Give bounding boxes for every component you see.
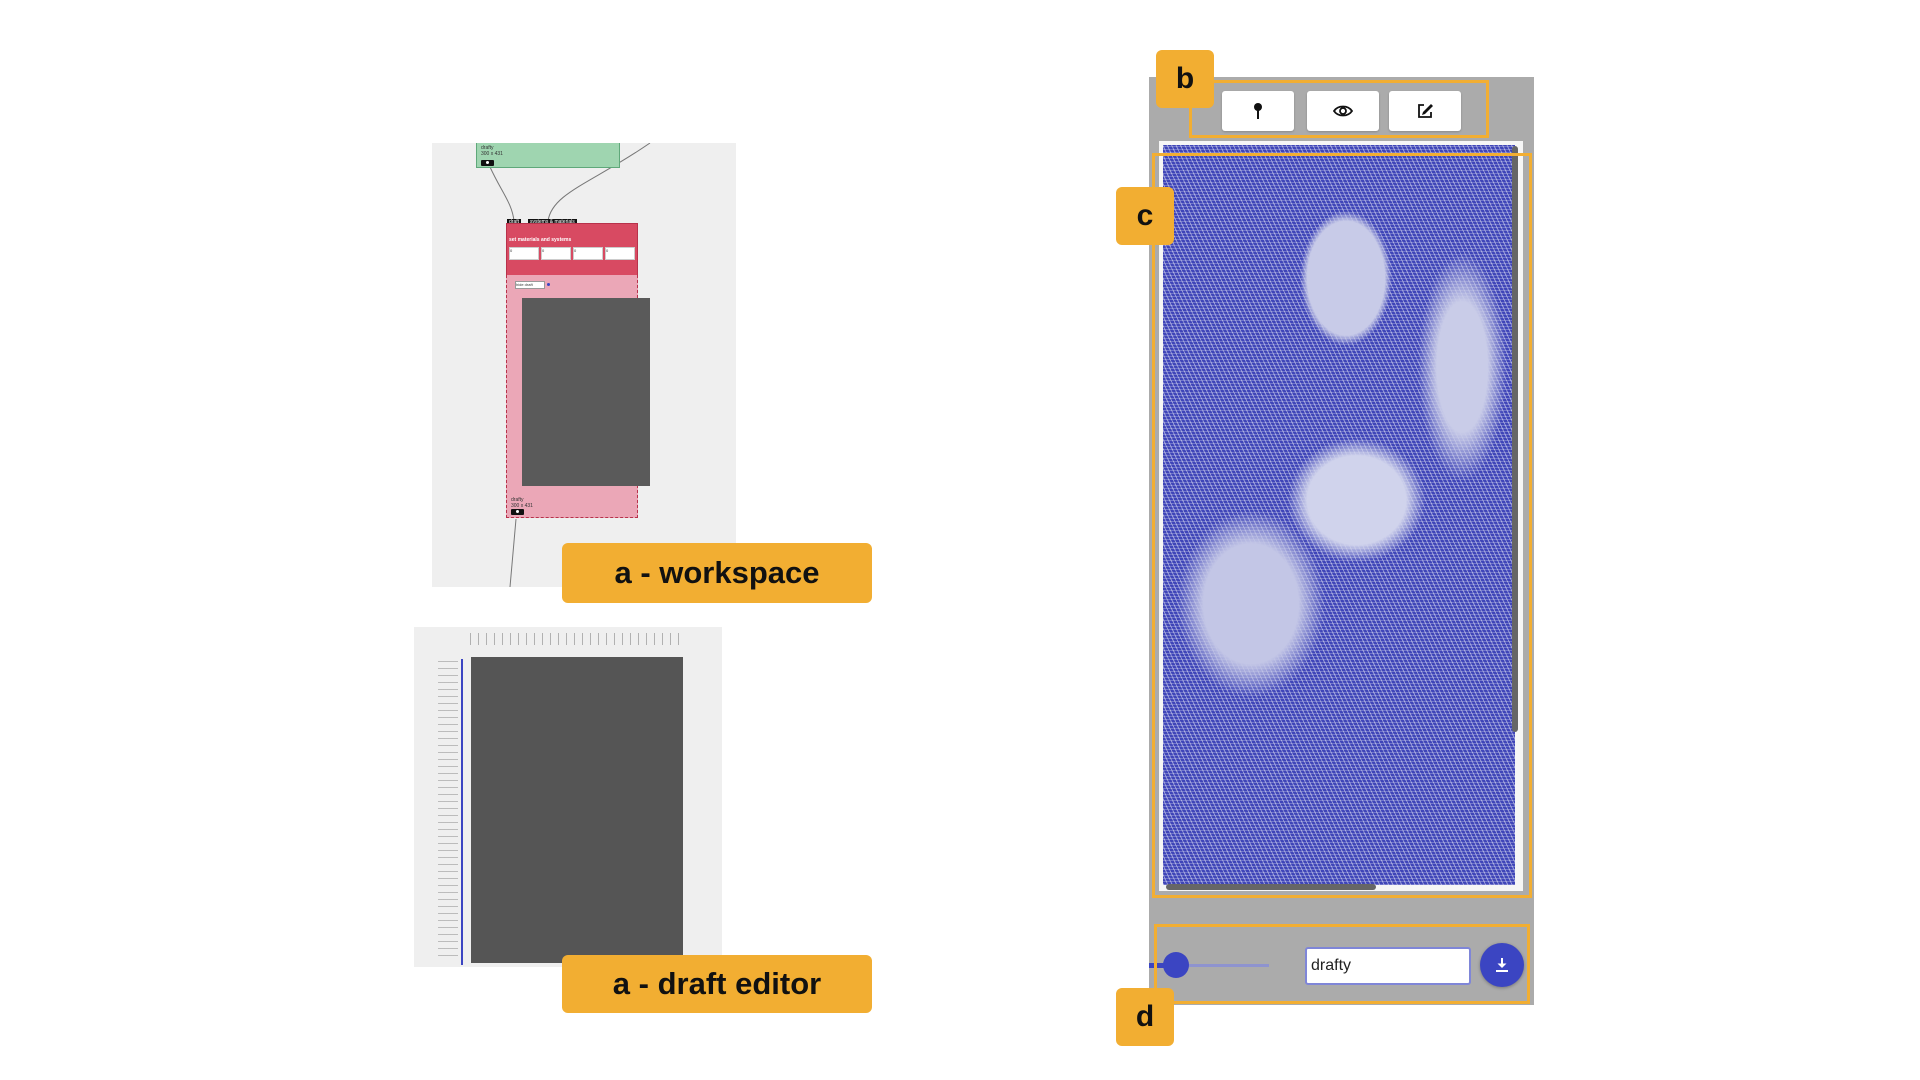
eye-icon[interactable] <box>511 509 524 515</box>
highlight-frame-d <box>1154 924 1530 1004</box>
param-field[interactable]: 0 <box>605 247 635 260</box>
operation-node-header[interactable]: set materials and systems 0 0 0 0 <box>506 223 638 277</box>
upstream-node[interactable]: drafty 300 x 431 <box>476 143 620 168</box>
node-title: set materials and systems <box>509 237 572 243</box>
param-field[interactable]: 0 <box>509 247 539 260</box>
hide-draft-button[interactable]: hide draft <box>515 281 545 289</box>
param-field[interactable]: 0 <box>541 247 571 260</box>
caption-draft-editor: a - draft editor <box>562 955 872 1013</box>
weft-color-bar <box>461 659 463 965</box>
draft-preview-image <box>522 298 650 486</box>
draft-drawdown-image[interactable] <box>471 657 683 963</box>
caption-c: c <box>1116 187 1174 245</box>
eye-icon[interactable] <box>481 160 494 166</box>
node-label: drafty 300 x 431 <box>511 497 533 509</box>
highlight-frame-b <box>1189 80 1489 138</box>
toggle-dot[interactable] <box>547 283 550 286</box>
node-label: drafty 300 x 431 <box>481 145 503 157</box>
draft-editor-view <box>414 627 722 967</box>
warp-ruler <box>470 633 680 645</box>
weft-ruler <box>438 661 458 961</box>
caption-workspace: a - workspace <box>562 543 872 603</box>
caption-b: b <box>1156 50 1214 108</box>
caption-d: d <box>1116 988 1174 1046</box>
highlight-frame-c <box>1152 153 1532 898</box>
param-field[interactable]: 0 <box>573 247 603 260</box>
workspace-view: drafty 300 x 431 draft systems & materia… <box>432 143 736 587</box>
